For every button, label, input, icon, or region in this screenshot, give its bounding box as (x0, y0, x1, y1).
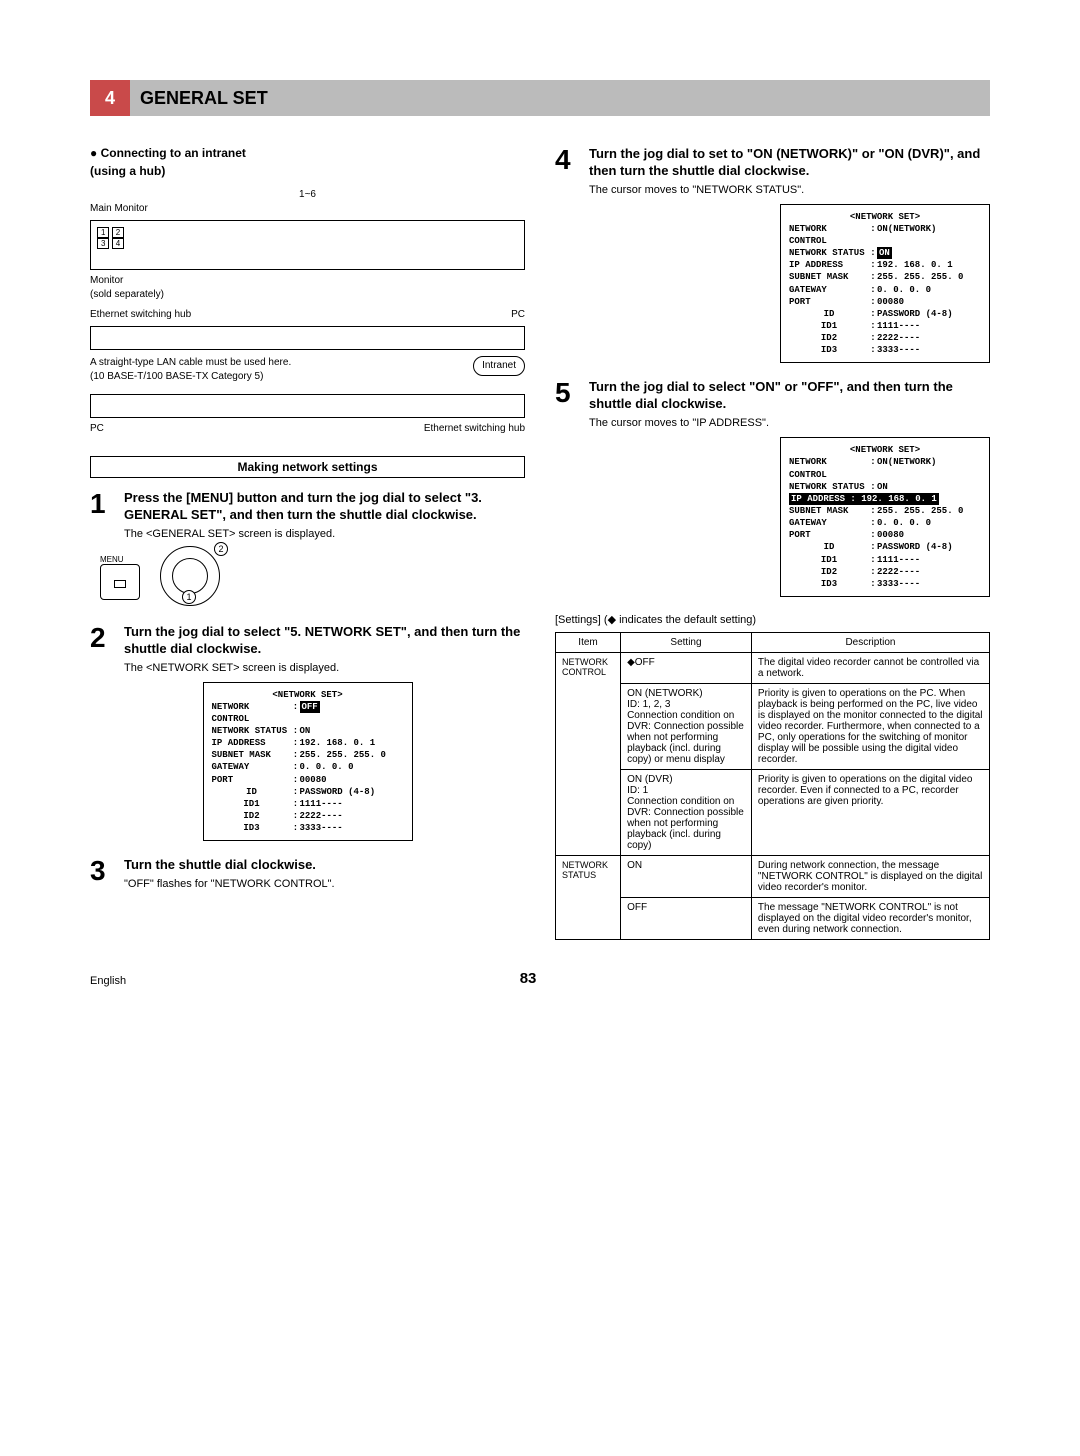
step-5: 5 Turn the jog dial to select "ON" or "O… (555, 379, 990, 429)
making-network-settings: Making network settings (90, 456, 525, 478)
section-header: 4 GENERAL SET (90, 80, 990, 116)
table-item-network-status: NETWORK STATUS (556, 855, 621, 939)
osd-network-set-off: <NETWORK SET> NETWORK CONTROL:OFF NETWOR… (203, 682, 413, 842)
page-number: 83 (126, 970, 930, 987)
menu-button-icon (100, 564, 140, 600)
connecting-sub: (using a hub) (90, 164, 525, 178)
menu-jog-diagram: MENU 2 1 (100, 546, 525, 610)
page-footer: English 83 (90, 970, 990, 987)
step-4: 4 Turn the jog dial to set to "ON (NETWO… (555, 146, 990, 196)
section-title: GENERAL SET (130, 88, 268, 109)
intranet-diagram: 1~6 Main Monitor 1 2 3 4 Monitor (sold s… (90, 188, 525, 436)
step-3: 3 Turn the shuttle dial clockwise. "OFF"… (90, 857, 525, 890)
osd-network-set-status: <NETWORK SET> NETWORK CONTROL:ON(NETWORK… (780, 204, 990, 364)
section-number: 4 (90, 80, 130, 116)
step-2: 2 Turn the jog dial to select "5. NETWOR… (90, 624, 525, 674)
settings-note: [Settings] (◆ indicates the default sett… (555, 613, 990, 626)
osd-network-set-ip: <NETWORK SET> NETWORK CONTROL:ON(NETWORK… (780, 437, 990, 597)
connecting-heading: ● Connecting to an intranet (90, 146, 525, 160)
table-item-network-control: NETWORK CONTROL (556, 652, 621, 855)
settings-table: Item Setting Description NETWORK CONTROL… (555, 632, 990, 940)
footer-language: English (90, 975, 126, 987)
step-1: 1 Press the [MENU] button and turn the j… (90, 490, 525, 540)
